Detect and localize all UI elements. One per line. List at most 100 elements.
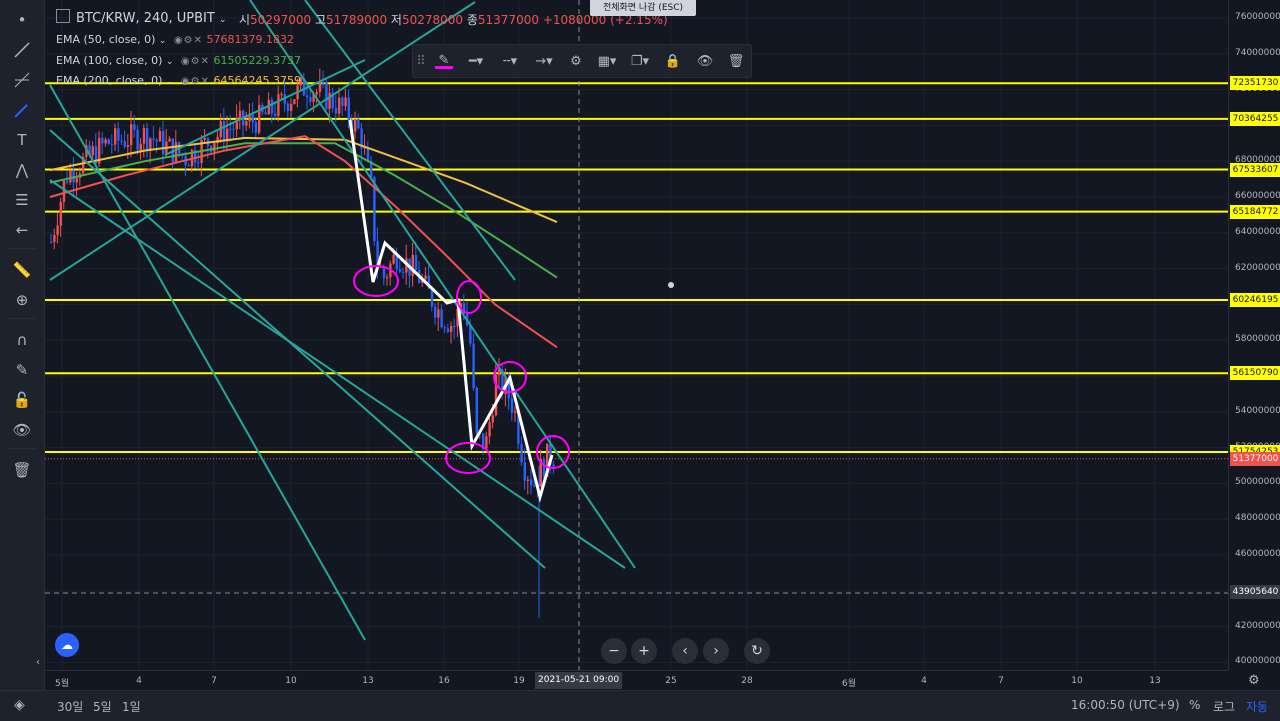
zoom-icon[interactable]: ⊕ [8, 288, 36, 312]
zoom-in-button[interactable]: + [631, 638, 657, 664]
candle-body [136, 129, 139, 150]
chevron-down-icon[interactable]: ⌄ [166, 57, 174, 67]
tradingview-logo-icon[interactable]: ☁ [55, 633, 79, 657]
template-button[interactable]: ▦▾ [591, 45, 623, 77]
visibility-icon[interactable]: 👁 [8, 418, 36, 442]
range-30d-button[interactable]: 30일 [57, 698, 83, 715]
collapse-toolbar-icon[interactable]: ‹ [32, 650, 44, 674]
range-5d-button[interactable]: 5일 [93, 698, 112, 715]
trendline [249, 0, 636, 569]
chart-grid [45, 0, 1228, 670]
time-tick-label: 7 [211, 676, 217, 686]
zoom-out-button[interactable]: − [601, 638, 627, 664]
symbol-title[interactable]: BTC/KRW, 240, UPBIT ⌄ [76, 11, 227, 26]
time-tick-label: 25 [665, 676, 677, 686]
toolbar-divider [8, 248, 36, 249]
candle-body [290, 103, 293, 111]
pattern-tool-icon[interactable]: ⋀ [8, 158, 36, 182]
collapse-legend-icon[interactable] [56, 9, 70, 23]
cursor-dot [668, 282, 674, 288]
indicator-ema-50[interactable]: EMA (50, close, 0) ⌄ ◉⚙✕ 57681379.1832 [56, 33, 294, 46]
candle-body [334, 107, 338, 114]
candle-body [203, 138, 206, 140]
candle-body [277, 94, 280, 116]
chevron-down-icon[interactable]: ⌄ [159, 36, 167, 46]
candle-body [162, 131, 165, 155]
time-tick-label: 10 [1071, 676, 1083, 686]
fib-tool-icon[interactable] [8, 68, 36, 92]
indicator-controls-icon[interactable]: ◉⚙✕ [181, 76, 210, 87]
candle-body [91, 146, 94, 156]
candle-body [306, 95, 309, 98]
trendline-tool-icon[interactable] [8, 38, 36, 62]
candle-body [325, 82, 328, 109]
candle-body [414, 254, 418, 270]
candle-body [114, 128, 117, 145]
scroll-left-button[interactable]: ‹ [672, 638, 698, 664]
candle-body [402, 271, 405, 273]
magnet-icon[interactable]: ∩ [8, 328, 36, 352]
candle-body [322, 82, 325, 84]
time-tick-label: 4 [921, 676, 927, 686]
candle-body [75, 177, 78, 183]
reset-chart-button[interactable]: ↻ [744, 638, 770, 664]
trash-icon[interactable]: 🗑 [8, 458, 36, 482]
annotation-drawings [348, 119, 570, 503]
candle-body [69, 170, 72, 183]
exit-fullscreen-hint[interactable]: 전체화면 나감 (ESC) [590, 0, 696, 16]
crosshair-icon[interactable]: • [8, 8, 36, 32]
level-price-label: 70364255 [1230, 111, 1280, 126]
candle-body [533, 485, 536, 487]
indicator-label: EMA (50, close, 0) [56, 33, 156, 46]
drawing-tools-sidebar: • T ⋀ ☰ ← 📏 ⊕ ∩ ✎ 🔓 👁 🗑 ‹ [0, 0, 45, 690]
line-color-button[interactable]: ✎ [429, 45, 459, 77]
ruler-icon[interactable]: 📏 [8, 258, 36, 282]
layers-icon[interactable]: ◈ [14, 697, 25, 713]
chart-pane[interactable]: ☁ − + ‹ › ↻ [45, 0, 1228, 670]
time-axis[interactable]: 5월 4 7 10 13 16 19 25 28 6월 4 7 10 13 2021-05-21 09:00 [45, 670, 1228, 691]
line-style-button[interactable]: ╌▾ [493, 45, 527, 77]
prediction-tool-icon[interactable]: ☰ [8, 188, 36, 212]
back-arrow-icon[interactable]: ← [8, 218, 36, 242]
chevron-down-icon[interactable]: ⌄ [219, 15, 227, 25]
candle-body [552, 464, 555, 467]
indicator-ema-100[interactable]: EMA (100, close, 0) ⌄ ◉⚙✕ 61505229.3737 [56, 54, 301, 67]
price-tick-label: 50000000 [1235, 477, 1280, 488]
clock-readout[interactable]: 16:00:50 (UTC+9) [1071, 698, 1180, 712]
candle-body [366, 147, 370, 162]
delete-trash-icon[interactable]: 🗑 [721, 45, 751, 77]
lock-icon[interactable]: 🔒 [657, 45, 689, 77]
price-axis[interactable]: 7600000074000000720000007000000068000000… [1228, 0, 1280, 670]
clone-button[interactable]: ❐▾ [623, 45, 657, 77]
line-width-button[interactable]: ━▾ [459, 45, 493, 77]
axis-settings-gear-icon[interactable]: ⚙ [1248, 673, 1260, 688]
candle-body [475, 387, 478, 433]
candle-body [235, 117, 238, 130]
candle-body [523, 462, 526, 481]
price-chart-svg[interactable] [45, 0, 1228, 670]
lock-icon[interactable]: 🔓 [8, 388, 36, 412]
candle-body [392, 254, 395, 264]
price-tick-label: 40000000 [1235, 656, 1280, 667]
indicator-ema-200[interactable]: EMA (200, close, 0) ⌄ ◉⚙✕ 64564245.3759 [56, 74, 301, 87]
text-tool-icon[interactable]: T [8, 128, 36, 152]
range-1d-button[interactable]: 1일 [122, 698, 141, 715]
visibility-eye-icon[interactable]: 👁 [689, 45, 721, 77]
indicator-controls-icon[interactable]: ◉⚙✕ [174, 35, 203, 46]
time-tick-label: 16 [438, 676, 450, 686]
auto-scale-button[interactable]: 자동 [1246, 698, 1268, 715]
log-scale-button[interactable]: 로그 [1213, 698, 1235, 715]
candle-body [328, 92, 331, 109]
candle-body [155, 139, 158, 142]
percent-scale-button[interactable]: % [1189, 698, 1200, 712]
indicator-controls-icon[interactable]: ◉⚙✕ [181, 56, 210, 67]
chevron-down-icon[interactable]: ⌄ [166, 77, 174, 87]
lock-drawing-icon[interactable]: ✎ [8, 358, 36, 382]
scroll-right-button[interactable]: › [703, 638, 729, 664]
brush-tool-icon[interactable] [8, 98, 36, 122]
drag-handle-icon[interactable]: ⠿ [413, 45, 429, 77]
line-end-button[interactable]: →▾ [527, 45, 561, 77]
indicator-value: 64564245.3759 [213, 74, 301, 87]
settings-gear-icon[interactable]: ⚙ [561, 45, 591, 77]
price-tick-label: 54000000 [1235, 405, 1280, 416]
